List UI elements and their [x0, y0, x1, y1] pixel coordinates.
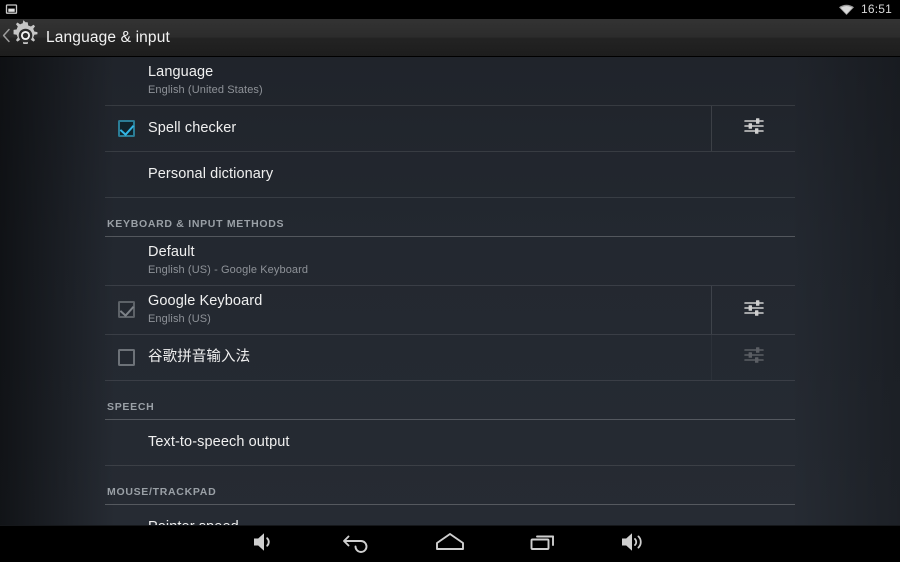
list-item-title: Default — [148, 244, 195, 260]
checkbox-google-pinyin-input[interactable] — [105, 348, 148, 366]
settings-sliders-button-google-pinyin-input — [711, 335, 795, 380]
list-item-text: Text-to-speech output — [148, 433, 290, 452]
page-title: Language & input — [46, 28, 170, 46]
checkbox-icon[interactable] — [118, 301, 135, 318]
list-item-subtitle: English (United States) — [148, 84, 263, 96]
list-item[interactable]: Pointer speed — [105, 505, 795, 526]
section-header-speech: SPEECH — [105, 381, 795, 420]
back-arrow-icon — [341, 529, 373, 560]
list-item-title: 谷歌拼音输入法 — [148, 348, 251, 365]
checkbox-google-keyboard[interactable] — [105, 301, 148, 318]
recents-icon — [528, 529, 558, 560]
list-item-text: Default English (US) - Google Keyboard — [148, 243, 308, 278]
list-item-title: Pointer speed — [148, 518, 239, 526]
list-item-title: Text-to-speech output — [148, 433, 290, 450]
settings-sliders-button-google-keyboard[interactable] — [711, 286, 795, 334]
settings-gear-icon — [9, 19, 42, 57]
home-icon — [433, 529, 467, 560]
list-item-text: Spell checker — [148, 119, 236, 138]
action-bar: Language & input — [0, 19, 900, 57]
list-item-pointer-speed[interactable]: Pointer speed — [105, 505, 795, 526]
list-item-google-keyboard[interactable]: Google Keyboard English (US) — [105, 286, 703, 334]
section-header-label: SPEECH — [107, 401, 155, 413]
back-button[interactable] — [341, 526, 373, 562]
sliders-settings-icon — [743, 115, 765, 142]
volume-down-button[interactable] — [250, 526, 280, 562]
status-bar-clock: 16:51 — [860, 2, 892, 16]
list-item-title: Personal dictionary — [148, 165, 274, 182]
checkbox-icon[interactable] — [118, 348, 135, 366]
section-header-label: MOUSE/TRACKPAD — [107, 486, 217, 498]
list-item-spell-checker[interactable]: Spell checker — [105, 106, 703, 151]
wifi-icon — [838, 3, 855, 16]
list-item[interactable]: 谷歌拼音输入法 — [105, 335, 795, 381]
list-item[interactable]: Default English (US) - Google Keyboard — [105, 237, 795, 286]
settings-sliders-button-spell-checker[interactable] — [711, 106, 795, 151]
sliders-settings-icon — [743, 344, 765, 371]
list-item-text: Google Keyboard English (US) — [148, 292, 262, 327]
list-item-subtitle: English (US) — [148, 313, 211, 325]
list-item-personal-dictionary[interactable]: Personal dictionary — [105, 152, 795, 197]
list-item[interactable]: Text-to-speech output — [105, 420, 795, 466]
list-item[interactable]: Spell checker — [105, 106, 795, 152]
status-bar-notifications[interactable] — [5, 3, 18, 16]
status-bar[interactable]: 16:51 — [0, 0, 900, 19]
android-screen: 16:51 Language & input Language English … — [0, 0, 900, 562]
settings-list: Language English (United States) Spell che… — [105, 57, 795, 525]
list-item-text: Pointer speed — [148, 518, 239, 526]
list-item[interactable]: Personal dictionary — [105, 152, 795, 198]
section-header-mouse-trackpad: MOUSE/TRACKPAD — [105, 466, 795, 505]
volume-up-button[interactable] — [618, 526, 650, 562]
section-header-keyboard-and-input-methods: KEYBOARD & INPUT METHODS — [105, 198, 795, 237]
list-item-title: Language — [148, 64, 214, 80]
list-item-text: Language English (United States) — [148, 63, 263, 98]
list-item-title: Spell checker — [148, 119, 237, 136]
checkbox-icon[interactable] — [118, 119, 135, 137]
home-button[interactable] — [433, 526, 467, 562]
list-item-google-pinyin-input[interactable]: 谷歌拼音输入法 — [105, 335, 703, 380]
volume-up-icon — [618, 529, 650, 560]
recents-button[interactable] — [528, 526, 558, 562]
list-item-title: Google Keyboard — [148, 293, 263, 309]
list-item-language[interactable]: Language English (United States) — [105, 57, 795, 105]
list-item-text: Personal dictionary — [148, 165, 273, 184]
status-bar-system-icons[interactable]: 16:51 — [838, 0, 892, 19]
settings-scroll-area[interactable]: Language English (United States) Spell che… — [0, 57, 900, 525]
list-item-default-keyboard[interactable]: Default English (US) - Google Keyboard — [105, 237, 795, 285]
section-header-label: KEYBOARD & INPUT METHODS — [107, 218, 285, 230]
checkbox-spell-checker[interactable] — [105, 119, 148, 137]
list-item[interactable]: Language English (United States) — [105, 57, 795, 106]
navigation-bar — [0, 525, 900, 562]
list-item-text-to-speech-output[interactable]: Text-to-speech output — [105, 420, 795, 465]
list-item-text: 谷歌拼音输入法 — [148, 348, 250, 367]
screenshot-icon — [5, 3, 18, 16]
list-item[interactable]: Google Keyboard English (US) — [105, 286, 795, 335]
list-item-subtitle: English (US) - Google Keyboard — [148, 264, 309, 276]
up-navigation-button[interactable] — [0, 19, 40, 57]
sliders-settings-icon — [743, 297, 765, 324]
volume-down-icon — [250, 529, 280, 560]
